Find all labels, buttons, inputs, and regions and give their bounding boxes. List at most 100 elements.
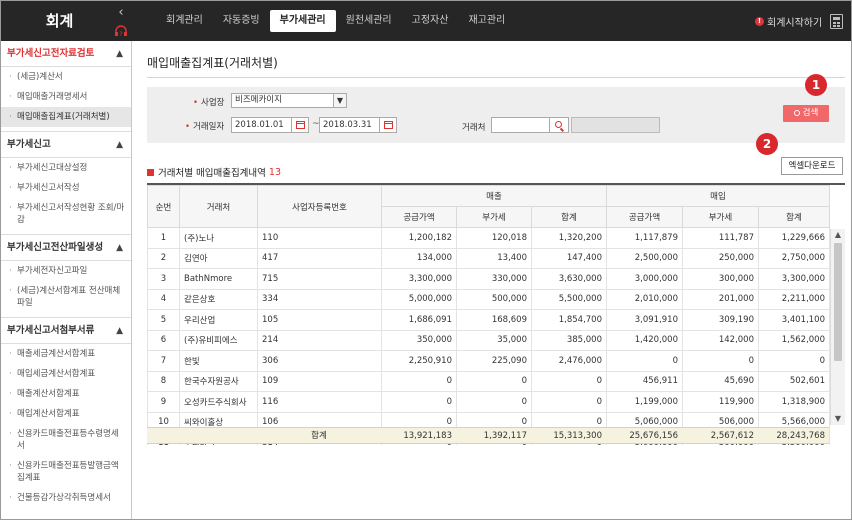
- cell-sales-vat: 168,609: [456, 309, 532, 331]
- search-button[interactable]: 검색: [783, 105, 829, 122]
- total-sales-supply: 13,921,183: [403, 431, 452, 441]
- sidebar-item[interactable]: 매출계산서합계표: [1, 384, 131, 404]
- scroll-down-icon[interactable]: ▼: [831, 413, 845, 425]
- sidebar-item[interactable]: 신용카드매출전표등수령명세서: [1, 424, 131, 456]
- search-panel: • 사업장 비즈메카이지 ▼ • 거래일자 2018.01.01 ~ 2018.03…: [147, 87, 845, 143]
- total-label: 합계: [311, 431, 327, 441]
- cell-vendor: 한국수자원공사: [179, 370, 258, 392]
- table-row[interactable]: 2 김연아 417 134,000 13,400 147,400 2,500,000 250,…: [147, 247, 830, 269]
- search-icon: [555, 121, 562, 128]
- topnav-item-0[interactable]: 회계관리: [156, 10, 213, 32]
- cell-sales-vat: 35,000: [456, 329, 532, 351]
- table-row[interactable]: 6 (주)유비피에스 214 350,000 35,000 385,000 1,420,00…: [147, 329, 830, 351]
- cell-biz-no: 109: [257, 370, 382, 392]
- sidebar-item[interactable]: 부가세신고서작성현황 조회/마감: [1, 198, 131, 230]
- sidebar-item[interactable]: 신용카드매출전표등발행금액집계표: [1, 456, 131, 488]
- vendor-search-button[interactable]: [549, 117, 569, 133]
- sidebar-group-header[interactable]: 부가세신고전자료검토 ▲: [1, 41, 131, 67]
- total-purchase-sum: 28,243,768: [776, 431, 825, 441]
- topnav-item-1[interactable]: 자동증빙: [213, 10, 270, 32]
- date-to-calendar-button[interactable]: [379, 117, 397, 133]
- sidebar-item[interactable]: 부가세신고대상설정: [1, 158, 131, 178]
- topnav-item-5[interactable]: 재고관리: [458, 10, 515, 32]
- col-header-purchase-supply: 공급가액: [606, 206, 683, 228]
- sidebar-item[interactable]: 매입세금계산서합계표: [1, 364, 131, 384]
- calendar-icon: [296, 121, 305, 129]
- sidebar-item[interactable]: 부가세신고서작성: [1, 178, 131, 198]
- col-header-biz-no: 사업자등록번호: [257, 185, 382, 228]
- cell-sales-supply: 350,000: [381, 329, 457, 351]
- cell-vendor: (주)노나: [179, 227, 258, 249]
- start-guide-label: 회계시작하기: [767, 18, 823, 29]
- date-to-input[interactable]: 2018.03.31: [319, 117, 381, 133]
- cell-vendor: 김연아: [179, 247, 258, 269]
- collapse-sidebar-icon[interactable]: ‹: [113, 6, 129, 20]
- table-row[interactable]: 9 오성카드주식회사 116 0 0 0 1,199,000 119,900 1,318,900: [147, 391, 830, 413]
- sidebar-group-title: 부가세신고: [7, 139, 51, 150]
- cell-sales-supply: 0: [381, 391, 457, 413]
- cell-sales-sum: 2,476,000: [531, 350, 607, 372]
- cell-purchase-supply: 456,911: [606, 370, 683, 392]
- cell-vendor: 한빛: [179, 350, 258, 372]
- headset-help-icon[interactable]: ?: [114, 25, 128, 37]
- total-purchase-vat: 2,567,612: [710, 431, 754, 441]
- cell-biz-no: 105: [257, 309, 382, 331]
- cell-sales-vat: 500,000: [456, 288, 532, 310]
- date-from-input[interactable]: 2018.01.01: [231, 117, 293, 133]
- sidebar-item[interactable]: 부가세전자신고파일: [1, 261, 131, 281]
- date-from-calendar-button[interactable]: [291, 117, 309, 133]
- cell-sales-vat: 0: [456, 370, 532, 392]
- topnav-item-4[interactable]: 고정자산: [402, 10, 459, 32]
- topnav-item-2[interactable]: 부가세관리: [269, 10, 336, 32]
- sidebar-group-header[interactable]: 부가세신고서첨부서류 ▲: [1, 318, 131, 344]
- record-count: 13: [268, 166, 281, 178]
- cell-purchase-sum: 2,211,000: [758, 288, 830, 310]
- start-guide-link[interactable]: ! 회계시작하기: [755, 14, 822, 29]
- sidebar-item[interactable]: 매입매출거래명세서: [1, 87, 131, 107]
- cell-sales-supply: 5,000,000: [381, 288, 457, 310]
- sidebar-item[interactable]: 매입계산서합계표: [1, 404, 131, 424]
- sidebar-group-header[interactable]: 부가세신고 ▲: [1, 132, 131, 158]
- sidebar-item[interactable]: (세금)계산서: [1, 67, 131, 87]
- cell-purchase-supply: 3,091,910: [606, 309, 683, 331]
- table-scrollbar[interactable]: ▲ ▼: [830, 229, 845, 425]
- vendor-code-input[interactable]: [491, 117, 551, 133]
- table-row[interactable]: 4 같은상호 334 5,000,000 500,000 5,500,000 2,010,0…: [147, 288, 830, 310]
- col-header-purchase-sum: 합계: [758, 206, 830, 228]
- cell-vendor: 같은상호: [179, 288, 258, 310]
- top-nav: 회계관리 자동증빙 부가세관리 원천세관리 고정자산 재고관리: [156, 10, 515, 32]
- sidebar: 부가세신고전자료검토 ▲ (세금)계산서매입매출거래명세서매입매출집계표(거래처별)…: [1, 41, 132, 519]
- topnav-item-3[interactable]: 원천세관리: [336, 10, 402, 32]
- sidebar-group-title: 부가세신고전자료검토: [7, 48, 95, 59]
- cell-sales-vat: 330,000: [456, 268, 532, 290]
- table-row[interactable]: 5 우리산업 105 1,686,091 168,609 1,854,700 3,091,9…: [147, 309, 830, 331]
- cell-sales-sum: 1,320,200: [531, 227, 607, 249]
- table-row[interactable]: 1 (주)노나 110 1,200,182 120,018 1,320,200 1,117,…: [147, 227, 830, 249]
- table-row[interactable]: 3 BathNmore 715 3,300,000 330,000 3,630,000 3,…: [147, 268, 830, 290]
- cell-no: 1: [147, 227, 180, 249]
- sidebar-item[interactable]: (세금)계산서합계표 전산매체파일: [1, 281, 131, 313]
- cell-no: 8: [147, 370, 180, 392]
- business-select[interactable]: 비즈메카이지 ▼: [231, 93, 347, 108]
- col-header-no: 순번: [147, 185, 180, 228]
- cell-vendor: (주)유비피에스: [179, 329, 258, 351]
- cell-purchase-supply: 0: [606, 350, 683, 372]
- calculator-icon[interactable]: [830, 14, 843, 29]
- cell-no: 9: [147, 391, 180, 413]
- cell-purchase-sum: 3,401,100: [758, 309, 830, 331]
- table-row[interactable]: 8 한국수자원공사 109 0 0 0 456,911 45,690 502,601: [147, 370, 830, 392]
- col-header-sales: 매출: [381, 185, 607, 207]
- sidebar-item[interactable]: 매입매출집계표(거래처별): [1, 107, 131, 127]
- sidebar-item[interactable]: 매출세금계산서합계표: [1, 344, 131, 364]
- scroll-up-icon[interactable]: ▲: [831, 229, 845, 241]
- chevron-up-icon: ▲: [116, 49, 123, 59]
- sidebar-group-header[interactable]: 부가세신고전산파일생성 ▲: [1, 235, 131, 261]
- sidebar-item[interactable]: 건물등감가상각취득명세서: [1, 488, 131, 508]
- excel-download-button[interactable]: 엑셀다운로드: [781, 157, 843, 175]
- page-title: 매입매출집계표(거래처별): [147, 56, 278, 70]
- cell-sales-supply: 2,250,910: [381, 350, 457, 372]
- cell-purchase-vat: 0: [682, 350, 759, 372]
- scroll-thumb[interactable]: [834, 243, 842, 361]
- cell-purchase-vat: 309,190: [682, 309, 759, 331]
- table-row[interactable]: 7 한빛 306 2,250,910 225,090 2,476,000 0 0 0: [147, 350, 830, 372]
